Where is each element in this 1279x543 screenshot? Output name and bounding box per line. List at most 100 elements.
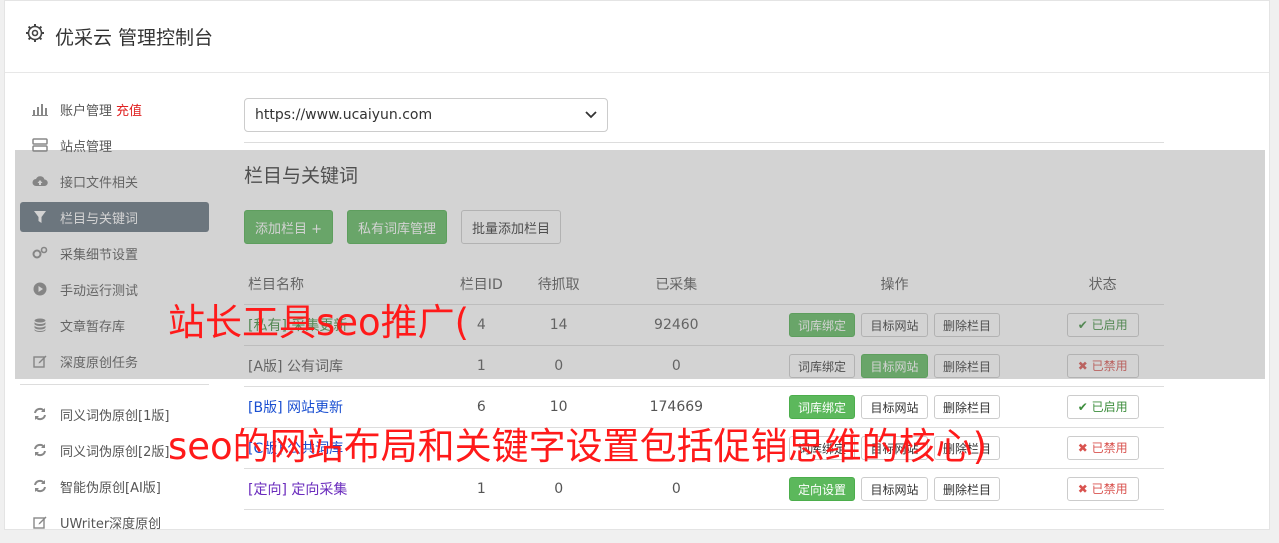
sidebar: 账户管理 充值 站点管理 接口文件相关 栏目与关键词 采集细节设置 手动运行测试… [20, 94, 210, 543]
server-icon [32, 137, 48, 153]
sidebar-item-ai-original[interactable]: 智能伪原创[AI版] [20, 471, 209, 501]
status-toggle[interactable]: ✖ 已禁用 [1066, 477, 1139, 501]
sidebar-item-label: 栏目与关键词 [60, 211, 139, 227]
row-name[interactable]: 定向采集 [291, 482, 347, 498]
row-collected: 0 [604, 468, 748, 510]
row-name[interactable]: 公共词库 [287, 441, 343, 457]
sidebar-item-interface[interactable]: 接口文件相关 [20, 166, 209, 196]
play-circle-icon [32, 281, 48, 297]
row-collected: 174669 [604, 386, 748, 428]
status-toggle[interactable]: ✔ 已启用 [1066, 313, 1139, 337]
columns-table: 栏目名称 栏目ID 待抓取 已采集 操作 状态 [私有] 采集更新 4 14 9… [244, 264, 1164, 510]
status-toggle[interactable]: ✖ 已禁用 [1066, 354, 1139, 378]
edit-icon [32, 514, 48, 530]
table-row: [定向] 定向采集 1 0 0 定向设置 目标网站 删除栏目 ✖ 已禁用 [244, 468, 1164, 510]
row-id: 1 [450, 345, 513, 387]
row-tag: [C版] [248, 441, 283, 457]
bind-lexicon-button[interactable]: 词库绑定 [789, 436, 856, 460]
check-icon: ✔ [1077, 318, 1088, 332]
add-column-button[interactable]: 添加栏目 + [244, 210, 334, 244]
sidebar-item-label: 同义词伪原创[1版] [60, 408, 170, 424]
private-lexicon-button[interactable]: 私有词库管理 [347, 210, 448, 244]
refresh-icon [32, 442, 48, 458]
col-header-id: 栏目ID [450, 264, 513, 305]
sidebar-item-account[interactable]: 账户管理 充值 [20, 94, 209, 124]
row-name[interactable]: 网站更新 [287, 400, 343, 416]
target-site-button[interactable]: 目标网站 [861, 436, 928, 460]
row-pending: 14 [512, 304, 605, 346]
bind-lexicon-button[interactable]: 词库绑定 [789, 395, 856, 419]
row-pending [512, 427, 605, 469]
bind-lexicon-button[interactable]: 词库绑定 [789, 313, 856, 337]
table-row: [私有] 采集更新 4 14 92460 词库绑定 目标网站 删除栏目 ✔ 已启… [244, 304, 1164, 346]
status-toggle[interactable]: ✔ 已启用 [1066, 395, 1139, 419]
row-name[interactable]: 采集更新 [291, 318, 347, 334]
bar-chart-icon [32, 101, 48, 117]
row-tag: [A版] [248, 359, 283, 375]
bind-lexicon-button[interactable]: 词库绑定 [789, 354, 856, 378]
row-collected: 92460 [604, 304, 748, 346]
directed-settings-button[interactable]: 定向设置 [789, 477, 856, 501]
gear-icon [25, 23, 45, 43]
delete-column-button[interactable]: 删除栏目 [933, 436, 1000, 460]
sidebar-divider [20, 384, 209, 385]
row-collected: 0 [604, 345, 748, 387]
sidebar-item-label: 账户管理 [60, 103, 113, 119]
section-title: 栏目与关键词 [244, 165, 359, 187]
status-toggle[interactable]: ✖ 已禁用 [1066, 436, 1139, 460]
col-header-pending: 待抓取 [512, 264, 605, 305]
sidebar-item-label: 站点管理 [60, 139, 113, 155]
row-tag: [定向] [248, 482, 287, 498]
check-icon: ✔ [1077, 400, 1088, 414]
close-icon: ✖ [1077, 482, 1088, 496]
delete-column-button[interactable]: 删除栏目 [933, 477, 1000, 501]
sidebar-item-collect-settings[interactable]: 采集细节设置 [20, 238, 209, 268]
site-select-value: https://www.ucaiyun.com [255, 107, 433, 123]
cloud-upload-icon [32, 173, 48, 189]
delete-column-button[interactable]: 删除栏目 [933, 395, 1000, 419]
row-id: 4 [450, 304, 513, 346]
sidebar-item-label: 文章暂存库 [60, 319, 126, 335]
table-row: [B版] 网站更新 6 10 174669 词库绑定 目标网站 删除栏目 ✔ 已… [244, 386, 1164, 428]
delete-column-button[interactable]: 删除栏目 [933, 313, 1000, 337]
sidebar-item-columns[interactable]: 栏目与关键词 [20, 202, 209, 232]
row-tag: [B版] [248, 400, 283, 416]
edit-icon [32, 353, 48, 369]
sidebar-item-manual-run[interactable]: 手动运行测试 [20, 274, 209, 304]
sidebar-item-uwriter[interactable]: UWriter深度原创 [20, 507, 209, 537]
table-row: [A版] 公有词库 1 0 0 词库绑定 目标网站 删除栏目 ✖ 已禁用 [244, 345, 1164, 387]
target-site-button[interactable]: 目标网站 [861, 477, 928, 501]
sidebar-item-article-store[interactable]: 文章暂存库 [20, 310, 209, 340]
target-site-button[interactable]: 目标网站 [861, 313, 928, 337]
table-header-row: 栏目名称 栏目ID 待抓取 已采集 操作 状态 [244, 264, 1164, 305]
close-icon: ✖ [1077, 441, 1088, 455]
toolbar: 添加栏目 + 私有词库管理 批量添加栏目 [244, 210, 1164, 244]
main-divider [244, 142, 1164, 143]
main-content: https://www.ucaiyun.com 栏目与关键词 添加栏目 + 私有… [244, 98, 1164, 510]
sidebar-item-label: 采集细节设置 [60, 247, 139, 263]
row-id [450, 427, 513, 469]
page-header: 优采云 管理控制台 [5, 1, 1269, 73]
col-header-collected: 已采集 [604, 264, 748, 305]
sidebar-item-label: UWriter深度原创 [60, 516, 162, 532]
target-site-button[interactable]: 目标网站 [861, 395, 928, 419]
sidebar-item-synonym-v2[interactable]: 同义词伪原创[2版] [20, 435, 209, 465]
sidebar-item-label: 接口文件相关 [60, 175, 139, 191]
row-tag: [私有] [248, 318, 287, 334]
delete-column-button[interactable]: 删除栏目 [933, 354, 1000, 378]
filter-icon [32, 209, 48, 225]
sidebar-item-label: 智能伪原创[AI版] [60, 480, 161, 496]
target-site-button[interactable]: 目标网站 [861, 354, 928, 378]
site-select[interactable]: https://www.ucaiyun.com [244, 98, 608, 132]
col-header-actions: 操作 [747, 264, 1042, 305]
sidebar-item-sites[interactable]: 站点管理 [20, 130, 209, 160]
col-header-name: 栏目名称 [244, 264, 451, 305]
row-id: 6 [450, 386, 513, 428]
batch-add-button[interactable]: 批量添加栏目 [461, 210, 562, 244]
row-name[interactable]: 公有词库 [287, 359, 343, 375]
sidebar-item-synonym-v1[interactable]: 同义词伪原创[1版] [20, 399, 209, 429]
recharge-link[interactable]: 充值 [116, 100, 142, 119]
row-collected [604, 427, 748, 469]
row-pending: 0 [512, 468, 605, 510]
sidebar-item-deep-original[interactable]: 深度原创任务 [20, 346, 209, 376]
